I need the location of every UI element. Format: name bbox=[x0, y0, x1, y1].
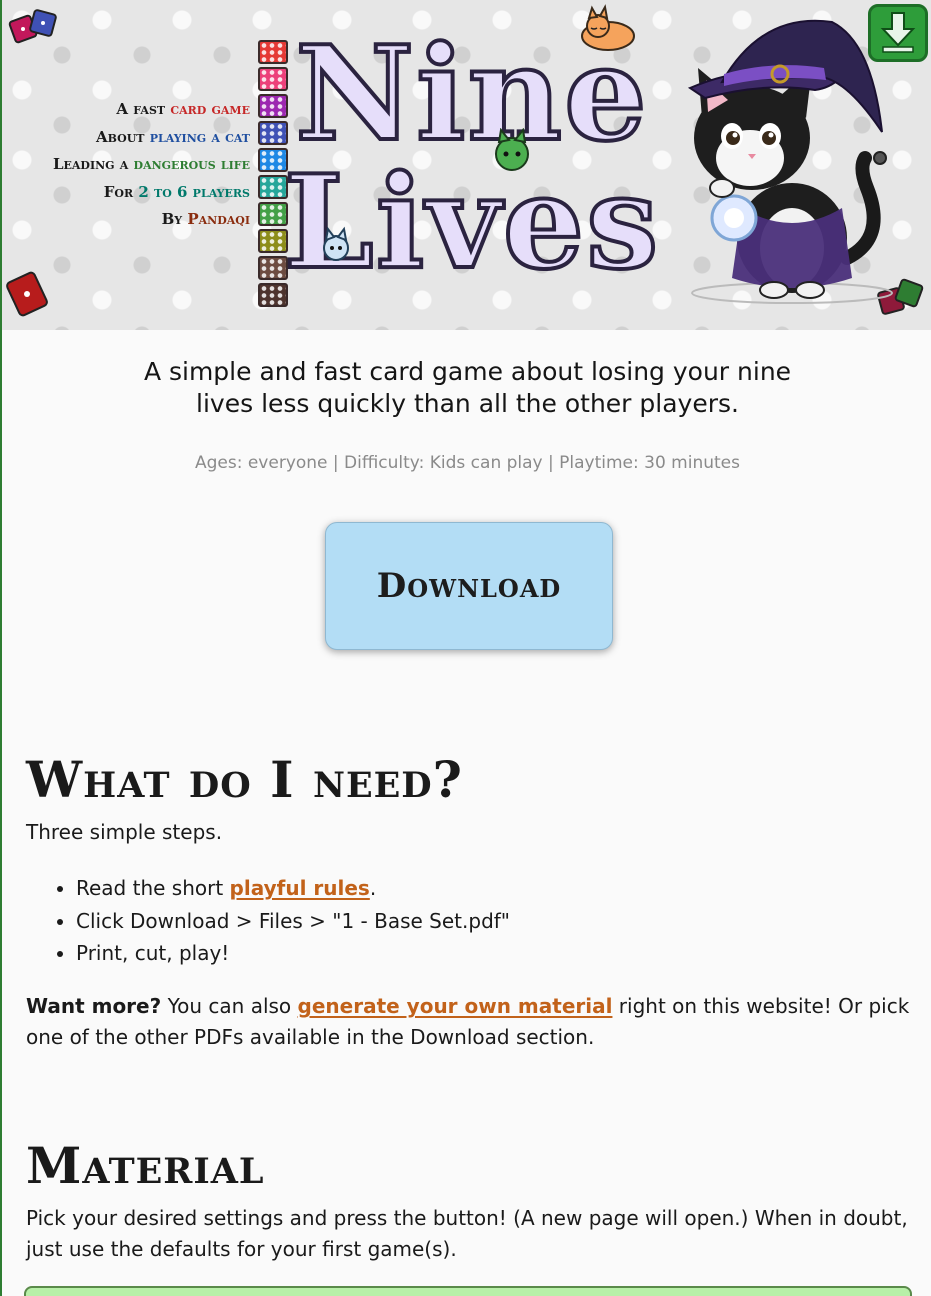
page: A fast card game About playing a cat Lea… bbox=[0, 0, 931, 1296]
download-button[interactable]: Download bbox=[325, 522, 613, 650]
arrow-down-icon bbox=[880, 12, 916, 53]
green-cat-icon bbox=[495, 128, 529, 171]
intro-text: A simple and fast card game about losing… bbox=[2, 356, 931, 420]
blue-cat-icon bbox=[323, 226, 349, 261]
corner-dice-top-left bbox=[8, 9, 57, 44]
intro-line-2: lives less quickly than all the other pl… bbox=[196, 389, 739, 418]
heading-what-do-i-need: What do I need? bbox=[26, 750, 463, 809]
tagline-line-4: For 2 to 6 players bbox=[103, 182, 250, 201]
corner-dice-bottom-left bbox=[6, 271, 48, 317]
playful-rules-link[interactable]: playful rules bbox=[230, 876, 370, 900]
tagline-line-3: Leading a dangerous life bbox=[52, 155, 250, 173]
header-banner: A fast card game About playing a cat Lea… bbox=[2, 0, 931, 330]
sleeping-cat-icon bbox=[581, 4, 635, 51]
list-item: Click Download > Files > "1 - Base Set.p… bbox=[76, 905, 510, 938]
download-icon-button[interactable] bbox=[868, 4, 928, 62]
wizard-cat-illustration bbox=[687, 19, 893, 304]
steps-list: Read the short playful rules. Click Down… bbox=[52, 872, 510, 970]
title-line-2: Lives bbox=[282, 148, 661, 298]
tagline: A fast card game About playing a cat Lea… bbox=[12, 96, 250, 234]
material-description: Pick your desired settings and press the… bbox=[26, 1206, 908, 1261]
generate-material-link[interactable]: generate your own material bbox=[298, 994, 613, 1018]
tagline-line-2: About playing a cat bbox=[95, 127, 250, 146]
game-meta-info: Ages: everyone | Difficulty: Kids can pl… bbox=[194, 453, 740, 473]
tagline-line-1: A fast card game bbox=[116, 100, 250, 118]
want-more-paragraph: Want more? You can also generate your ow… bbox=[26, 994, 910, 1049]
list-item: Print, cut, play! bbox=[76, 937, 510, 970]
need-intro-text: Three simple steps. bbox=[26, 820, 223, 844]
heading-material: Material bbox=[26, 1136, 265, 1195]
settings-panel[interactable] bbox=[24, 1286, 912, 1296]
tagline-line-5: By Pandaqi bbox=[161, 210, 250, 228]
intro-line-1: A simple and fast card game about losing… bbox=[143, 357, 792, 386]
list-item: Read the short playful rules. bbox=[76, 872, 510, 905]
